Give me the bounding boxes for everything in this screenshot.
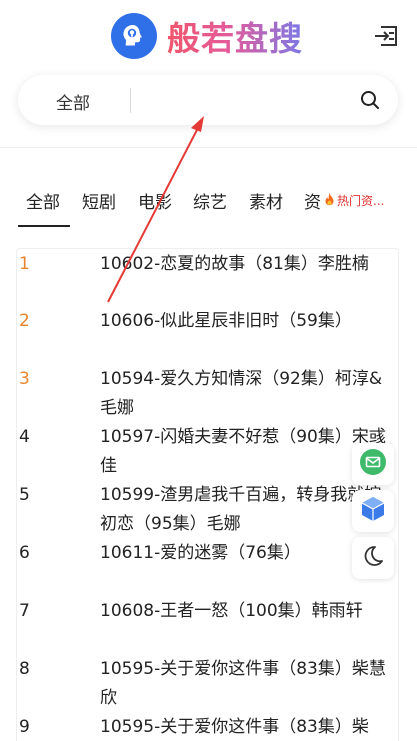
hot-list: 1 10602-恋夏的故事（81集）李胜楠 2 10606-似此星辰非旧时（59…: [16, 248, 399, 741]
rank-number: 1: [19, 254, 30, 274]
rank-number: 7: [19, 601, 30, 621]
tab-all[interactable]: 全部: [26, 188, 60, 213]
brain-lightbulb-icon: [111, 13, 157, 59]
email-icon: [359, 448, 387, 480]
item-title[interactable]: 10594-爱久方知情深（92集）柯淳&毛娜: [100, 365, 390, 423]
item-title[interactable]: 10611-爱的迷雾（76集）: [100, 539, 390, 568]
item-title[interactable]: 10602-恋夏的故事（81集）李胜楠: [100, 250, 390, 279]
tab-resources[interactable]: 资: [304, 188, 321, 213]
rank-number: 5: [19, 485, 30, 505]
logo-text: 般若盘搜: [167, 12, 303, 60]
tab-material[interactable]: 素材: [249, 188, 283, 213]
fire-icon: [324, 193, 335, 206]
logout-icon[interactable]: [373, 25, 399, 47]
tab-movie[interactable]: 电影: [138, 188, 172, 213]
moon-icon: [362, 545, 384, 571]
cube-button[interactable]: [352, 490, 394, 532]
page: 般若盘搜 全部 全部 短剧 电影 综艺 素材 资 热门资... 1 10602-…: [0, 0, 417, 741]
tab-short-drama[interactable]: 短剧: [82, 188, 116, 213]
rank-number: 9: [19, 717, 30, 737]
logo[interactable]: 般若盘搜: [111, 12, 303, 60]
item-title[interactable]: 10597-闪婚夫妻不好惹（90集）宋彧佳: [100, 423, 390, 481]
item-title[interactable]: 10608-王者一怒（100集）韩雨轩: [100, 597, 390, 626]
tab-hot-label: 热门资...: [337, 194, 385, 208]
item-title[interactable]: 10595-关于爱你这件事（83集）柴慧欣: [100, 655, 390, 713]
rank-number: 8: [19, 659, 30, 679]
theme-toggle-button[interactable]: [352, 537, 394, 579]
cube-icon: [359, 495, 387, 527]
active-tab-indicator: [18, 225, 70, 227]
rank-number: 2: [19, 311, 30, 331]
rank-number: 3: [19, 369, 30, 389]
category-tabs: 全部 短剧 电影 综艺 素材 资 热门资...: [0, 182, 417, 228]
item-title[interactable]: 10606-似此星辰非旧时（59集）: [100, 307, 390, 336]
item-title[interactable]: 10595-关于爱你这件事（83集）柴: [100, 713, 390, 741]
rank-number: 6: [19, 543, 30, 563]
header-divider: [0, 147, 417, 148]
search-box[interactable]: 全部: [18, 75, 398, 125]
tab-hot[interactable]: 热门资...: [324, 192, 384, 209]
search-scope-selector[interactable]: 全部: [56, 89, 90, 114]
item-title[interactable]: 10599-渣男虐我千百遍，转身我就嫁初恋（95集）毛娜: [100, 481, 390, 539]
email-button[interactable]: [352, 443, 394, 485]
search-divider: [130, 88, 131, 113]
tab-variety[interactable]: 综艺: [193, 188, 227, 213]
rank-number: 4: [19, 427, 30, 447]
search-input[interactable]: [140, 83, 350, 117]
search-icon[interactable]: [360, 90, 380, 110]
header: 般若盘搜: [0, 0, 417, 70]
